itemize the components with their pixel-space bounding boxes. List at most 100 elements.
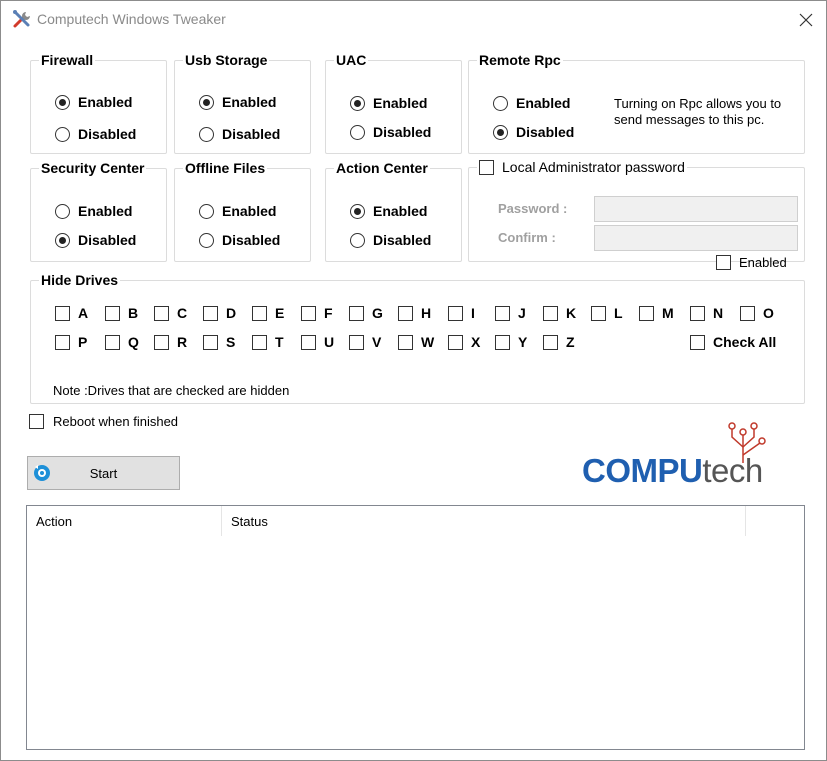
- drive-checkbox[interactable]: C: [154, 305, 187, 321]
- drive-checkbox[interactable]: A: [55, 305, 88, 321]
- drive-label: Z: [566, 334, 575, 350]
- radio-label: Enabled: [78, 94, 133, 110]
- checkbox-indicator: [301, 334, 316, 350]
- checkbox-indicator: [349, 305, 364, 321]
- drive-checkbox[interactable]: U: [301, 334, 334, 350]
- rpc-enabled-radio[interactable]: Enabled: [493, 95, 570, 111]
- confirm-field[interactable]: [594, 225, 798, 251]
- password-label: Password :: [498, 201, 568, 216]
- title-bar: Computech Windows Tweaker: [1, 1, 826, 39]
- close-icon: [799, 13, 813, 27]
- rpc-disabled-radio[interactable]: Disabled: [493, 124, 574, 140]
- drive-checkbox[interactable]: Z: [543, 334, 575, 350]
- group-security-center: Security Center Enabled Disabled: [30, 160, 167, 262]
- checkbox-indicator: [543, 334, 558, 350]
- drive-checkbox[interactable]: V: [349, 334, 381, 350]
- drive-checkbox[interactable]: K: [543, 305, 576, 321]
- admin-password-checkbox[interactable]: Local Administrator password: [477, 159, 687, 175]
- start-label: Start: [89, 466, 118, 481]
- checkbox-indicator: [252, 305, 267, 321]
- drive-checkbox[interactable]: E: [252, 305, 284, 321]
- drive-label: L: [614, 305, 623, 321]
- firewall-disabled-radio[interactable]: Disabled: [55, 126, 136, 142]
- results-listview[interactable]: Action Status: [26, 505, 805, 750]
- drive-checkbox[interactable]: L: [591, 305, 623, 321]
- drive-checkbox[interactable]: O: [740, 305, 774, 321]
- drive-checkbox[interactable]: R: [154, 334, 187, 350]
- drive-checkbox[interactable]: J: [495, 305, 526, 321]
- drive-checkbox[interactable]: Y: [495, 334, 527, 350]
- offline-disabled-radio[interactable]: Disabled: [199, 232, 280, 248]
- drive-checkbox[interactable]: B: [105, 305, 138, 321]
- drive-label: F: [324, 305, 333, 321]
- drive-checkbox[interactable]: N: [690, 305, 723, 321]
- group-title: Security Center: [41, 160, 145, 176]
- close-button[interactable]: [787, 3, 825, 37]
- check-all-checkbox[interactable]: Check All: [690, 334, 776, 350]
- column-header-empty: [746, 506, 804, 536]
- confirm-label: Confirm :: [498, 230, 556, 245]
- rpc-note: Turning on Rpc allows you to send messag…: [614, 96, 782, 127]
- column-header-action[interactable]: Action: [27, 506, 222, 536]
- checkbox-indicator: [55, 305, 70, 321]
- drive-checkbox[interactable]: P: [55, 334, 87, 350]
- offline-enabled-radio[interactable]: Enabled: [199, 203, 276, 219]
- drive-checkbox[interactable]: X: [448, 334, 480, 350]
- column-header-status[interactable]: Status: [222, 506, 746, 536]
- action-enabled-radio[interactable]: Enabled: [350, 203, 427, 219]
- radio-label: Disabled: [78, 232, 137, 248]
- drive-checkbox[interactable]: H: [398, 305, 431, 321]
- radio-label: Disabled: [373, 124, 432, 140]
- drive-label: S: [226, 334, 236, 350]
- drive-checkbox[interactable]: M: [639, 305, 674, 321]
- drive-label: I: [471, 305, 475, 321]
- radio-indicator: [199, 126, 214, 142]
- usb-enabled-radio[interactable]: Enabled: [199, 94, 276, 110]
- checkbox-label: Local Administrator password: [502, 159, 685, 175]
- drive-label: X: [471, 334, 481, 350]
- drive-checkbox[interactable]: S: [203, 334, 235, 350]
- checkbox-indicator: [398, 334, 413, 350]
- checkbox-indicator: [154, 305, 169, 321]
- drive-label: J: [518, 305, 526, 321]
- security-enabled-radio[interactable]: Enabled: [55, 203, 132, 219]
- start-button[interactable]: Start: [27, 456, 180, 490]
- radio-label: Enabled: [222, 203, 277, 219]
- security-disabled-radio[interactable]: Disabled: [55, 232, 136, 248]
- radio-label: Enabled: [373, 203, 428, 219]
- checkbox-indicator: [740, 305, 755, 321]
- group-usb-storage: Usb Storage Enabled Disabled: [174, 52, 311, 154]
- drive-checkbox[interactable]: I: [448, 305, 475, 321]
- firewall-enabled-radio[interactable]: Enabled: [55, 94, 132, 110]
- drive-label: W: [421, 334, 435, 350]
- checkbox-indicator: [154, 334, 169, 350]
- drive-label: B: [128, 305, 139, 321]
- radio-label: Disabled: [516, 124, 575, 140]
- drive-checkbox[interactable]: W: [398, 334, 434, 350]
- checkbox-indicator: [349, 334, 364, 350]
- drive-checkbox[interactable]: F: [301, 305, 333, 321]
- drive-checkbox[interactable]: Q: [105, 334, 139, 350]
- uac-disabled-radio[interactable]: Disabled: [350, 124, 431, 140]
- radio-indicator: [350, 203, 365, 219]
- group-title: Action Center: [336, 160, 428, 176]
- action-disabled-radio[interactable]: Disabled: [350, 232, 431, 248]
- checkbox-indicator: [301, 305, 316, 321]
- admin-enabled-checkbox[interactable]: Enabled: [716, 255, 787, 270]
- checkbox-indicator: [690, 305, 705, 321]
- usb-disabled-radio[interactable]: Disabled: [199, 126, 280, 142]
- reboot-checkbox[interactable]: Reboot when finished: [29, 414, 178, 429]
- radio-indicator: [199, 203, 214, 219]
- drive-label: U: [324, 334, 335, 350]
- checkbox-indicator: [203, 334, 218, 350]
- group-action-center: Action Center Enabled Disabled: [325, 160, 462, 262]
- radio-label: Enabled: [222, 94, 277, 110]
- window-title: Computech Windows Tweaker: [37, 11, 226, 27]
- password-field[interactable]: [594, 196, 798, 222]
- drive-checkbox[interactable]: D: [203, 305, 236, 321]
- radio-indicator: [55, 94, 70, 110]
- drive-checkbox[interactable]: G: [349, 305, 383, 321]
- radio-indicator: [493, 124, 508, 140]
- uac-enabled-radio[interactable]: Enabled: [350, 95, 427, 111]
- drive-checkbox[interactable]: T: [252, 334, 284, 350]
